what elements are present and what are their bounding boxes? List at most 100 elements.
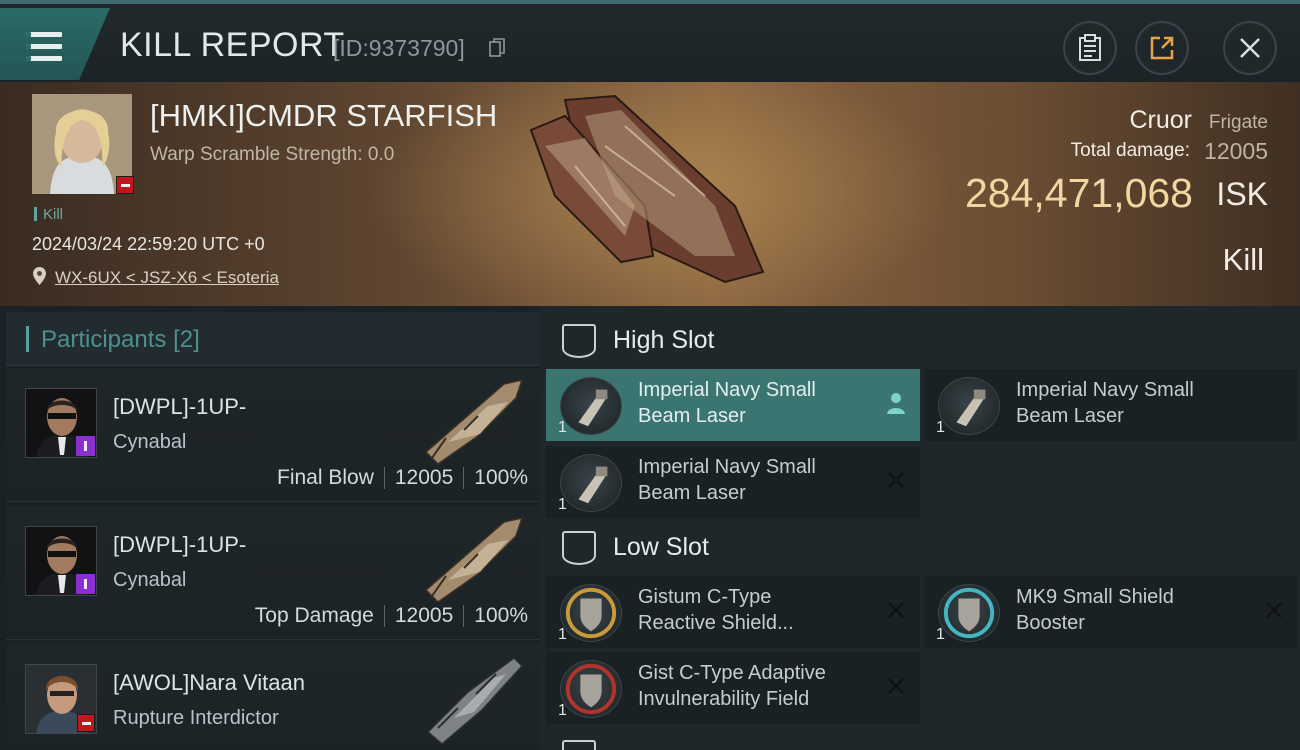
- participant-role: Top Damage: [254, 604, 374, 627]
- report-id: [ID:9373790]: [333, 35, 465, 61]
- participant-row[interactable]: [DWPL]-1UP- Cynabal Final Blow 12005 100…: [6, 368, 540, 502]
- shield-booster-icon: [938, 584, 1000, 642]
- destroyed-x-icon: [888, 472, 904, 488]
- high-slot-heading: High Slot: [548, 316, 908, 366]
- participant-avatar[interactable]: [25, 526, 97, 596]
- destroyed-x-icon: [1266, 395, 1282, 411]
- person-icon[interactable]: [886, 392, 906, 414]
- victim-ship-image[interactable]: [525, 86, 775, 294]
- module-count: 1: [558, 496, 567, 513]
- shield-hardener-icon: [560, 584, 622, 642]
- participant-ship-image: [426, 657, 524, 744]
- low-slot-label: Low Slot: [613, 533, 709, 561]
- victim-ship-name: Cruor: [1129, 106, 1192, 134]
- total-damage-label: Total damage:: [1070, 140, 1190, 161]
- module-item[interactable]: 1 MK9 Small Shield Booster: [924, 576, 1298, 648]
- module-item[interactable]: 1 Imperial Navy Small Beam Laser: [546, 446, 920, 518]
- module-count: 1: [936, 419, 945, 436]
- beam-laser-icon: [560, 377, 622, 435]
- kill-tag: Kill: [34, 206, 63, 223]
- mid-slot-icon: [562, 740, 596, 750]
- close-icon: [1240, 38, 1260, 58]
- beam-laser-icon: [560, 454, 622, 512]
- participant-avatar[interactable]: [25, 664, 97, 734]
- close-button[interactable]: [1223, 21, 1277, 75]
- participant-ship: Cynabal: [113, 569, 187, 591]
- participants-title: Participants [2]: [41, 326, 200, 353]
- high-slot-label: High Slot: [613, 326, 715, 354]
- location-link[interactable]: WX-6UX < JSZ-X6 < Esoteria: [55, 268, 279, 288]
- location-pin-icon: [33, 267, 46, 285]
- module-count: 1: [936, 626, 945, 643]
- participant-damage: 12005: [394, 604, 454, 627]
- kill-result: Kill: [1222, 242, 1264, 277]
- participant-stats: Top Damage 12005 100%: [255, 604, 528, 628]
- destroyed-x-icon: [888, 602, 904, 618]
- warp-scramble-strength: Warp Scramble Strength: 0.0: [150, 144, 395, 165]
- beam-laser-icon: [938, 377, 1000, 435]
- divider: [383, 605, 385, 627]
- hostile-badge: [116, 176, 134, 194]
- page-title: KILL REPORT: [120, 26, 345, 64]
- mid-slot-heading: [548, 732, 608, 750]
- clipboard-button[interactable]: [1063, 21, 1117, 75]
- invulnerability-field-icon: [560, 660, 622, 718]
- module-item[interactable]: 1 Gistum C-Type Reactive Shield...: [546, 576, 920, 648]
- kill-datetime: 2024/03/24 22:59:20 UTC +0: [32, 234, 265, 254]
- participant-damage: 12005: [394, 466, 454, 489]
- isk-value: 284,471,068: [964, 170, 1193, 216]
- participant-role: Final Blow: [277, 466, 374, 489]
- participant-percent: 100%: [474, 466, 528, 489]
- header-bar: KILL REPORT [ID:9373790]: [0, 0, 1300, 82]
- high-slot-icon: [562, 324, 596, 358]
- participant-row[interactable]: [DWPL]-1UP- Cynabal Top Damage 12005 100…: [6, 506, 540, 640]
- module-item[interactable]: 1 Imperial Navy Small Beam Laser: [924, 369, 1298, 441]
- participant-ship-image: [424, 516, 524, 603]
- module-name: MK9 Small Shield Booster: [1016, 586, 1174, 634]
- module-name: Imperial Navy Small Beam Laser: [1016, 379, 1194, 427]
- participant-name[interactable]: [AWOL]Nara Vitaan: [113, 670, 305, 696]
- low-slot-icon: [562, 531, 596, 565]
- participants-panel: Participants [2] [DWPL]-1UP- Cynabal Fin…: [6, 312, 540, 750]
- hostile-badge: [77, 714, 95, 732]
- low-slot-heading: Low Slot: [548, 523, 908, 573]
- header-accent-bar: [26, 326, 29, 352]
- destroyed-x-icon: [1266, 602, 1282, 618]
- participant-ship: Cynabal: [113, 431, 187, 453]
- divider: [383, 467, 385, 489]
- module-item[interactable]: 1 Gist C-Type Adaptive Invulnerability Fi…: [546, 652, 920, 724]
- participant-ship-image: [424, 378, 524, 465]
- module-name: Gistum C-Type Reactive Shield...: [638, 586, 794, 634]
- victim-name[interactable]: [HMKI]CMDR STARFISH: [150, 98, 497, 134]
- module-item[interactable]: 1 Imperial Navy Small Beam Laser: [546, 369, 920, 441]
- share-icon: [1150, 36, 1174, 60]
- menu-icon: [26, 32, 62, 62]
- participant-name[interactable]: [DWPL]-1UP-: [113, 532, 246, 558]
- divider: [463, 605, 465, 627]
- participant-stats: Final Blow 12005 100%: [277, 466, 528, 490]
- module-name: Imperial Navy Small Beam Laser: [638, 379, 816, 427]
- module-name: Imperial Navy Small Beam Laser: [638, 456, 816, 504]
- isk-unit: ISK: [1216, 176, 1268, 212]
- module-count: 1: [558, 702, 567, 719]
- fleet-badge: [76, 574, 95, 594]
- share-button[interactable]: [1135, 21, 1189, 75]
- module-name: Gist C-Type Adaptive Invulnerability Fiel…: [638, 662, 826, 710]
- copy-icon[interactable]: [489, 38, 505, 58]
- participant-name[interactable]: [DWPL]-1UP-: [113, 394, 246, 420]
- participant-ship: Rupture Interdictor: [113, 707, 279, 729]
- participant-percent: 100%: [474, 604, 528, 627]
- divider: [463, 467, 465, 489]
- menu-button[interactable]: [0, 8, 110, 80]
- participants-header: Participants [2]: [6, 312, 540, 366]
- victim-banner: [HMKI]CMDR STARFISH Warp Scramble Streng…: [0, 82, 1300, 306]
- participant-avatar[interactable]: [25, 388, 97, 458]
- destroyed-x-icon: [888, 678, 904, 694]
- clipboard-icon: [1079, 34, 1101, 61]
- module-count: 1: [558, 419, 567, 436]
- module-count: 1: [558, 626, 567, 643]
- victim-ship-class: Frigate: [1208, 112, 1268, 133]
- total-damage-value: 12005: [1204, 138, 1268, 164]
- fleet-badge: [76, 436, 95, 456]
- participant-row[interactable]: [AWOL]Nara Vitaan Rupture Interdictor: [6, 644, 540, 750]
